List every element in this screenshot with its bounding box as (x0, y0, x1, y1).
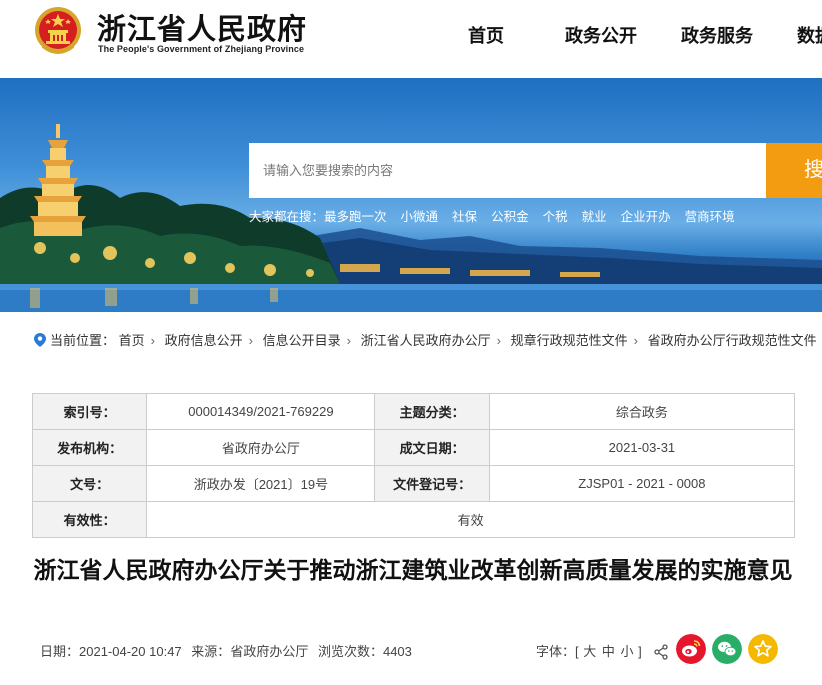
hot-search-item[interactable]: 营商环境 (685, 206, 735, 225)
wechat-icon[interactable] (712, 634, 742, 664)
nav-home[interactable]: 首页 (468, 22, 504, 48)
breadcrumb-item[interactable]: 省政府办公厅行政规范性文件 (648, 333, 817, 348)
breadcrumb-item[interactable]: 信息公开目录 (263, 333, 341, 348)
table-row: 索引号： 000014349/2021-769229 主题分类： 综合政务 (31, 393, 796, 430)
location-pin-icon (34, 333, 46, 347)
leifeng-pagoda-icon (30, 124, 86, 236)
topic-value: 综合政务 (488, 393, 796, 430)
docno-label: 文号： (31, 465, 148, 502)
share-icon[interactable] (653, 644, 669, 660)
chevron-right-icon: › (248, 333, 253, 348)
site-header: 浙江省人民政府 The People's Government of Zheji… (0, 0, 822, 78)
document-meta-table: 索引号： 000014349/2021-769229 主题分类： 综合政务 发布… (31, 393, 796, 538)
breadcrumb-item[interactable]: 首页 (119, 333, 145, 348)
nav-government-affairs[interactable]: 政务公开 (565, 22, 637, 48)
site-subtitle: The People's Government of Zhejiang Prov… (98, 44, 305, 54)
search-input[interactable] (249, 143, 766, 198)
view-count: 浏览次数：4403 (318, 644, 412, 659)
chevron-right-icon: › (346, 333, 351, 348)
publish-date: 日期：2021-04-20 10:47 (40, 644, 182, 659)
hot-search-list: 大家都在搜：最多跑一次 小微通 社保 公积金 个税 就业 企业开办 营商环境 (249, 206, 749, 224)
source: 来源：省政府办公厅 (191, 644, 308, 659)
hot-search-item[interactable]: 社保 (452, 206, 477, 225)
font-size-control: 字体：[ 大 中 小 ] (536, 641, 642, 660)
table-row: 文号： 浙政办发〔2021〕19号 文件登记号： ZJSP01 - 2021 -… (31, 465, 796, 502)
issuer-value: 省政府办公厅 (146, 429, 376, 466)
hot-search-item[interactable]: 就业 (582, 206, 607, 225)
publish-date-value: 2021-04-20 10:47 (79, 644, 182, 659)
date-value: 2021-03-31 (488, 429, 796, 466)
breadcrumb: 当前位置： 首页 › 政府信息公开 › 信息公开目录 › 浙江省人民政府办公厅 › 规章… (34, 330, 817, 348)
breadcrumb-item[interactable]: 浙江省人民政府办公厅 (361, 333, 491, 348)
font-size-small[interactable]: 小 (621, 644, 634, 659)
chevron-right-icon: › (633, 333, 638, 348)
breadcrumb-item[interactable]: 规章行政规范性文件 (511, 333, 628, 348)
font-size-large[interactable]: 大 (583, 644, 596, 659)
document-info: 日期：2021-04-20 10:47 来源：省政府办公厅 浏览次数：4403 (40, 641, 418, 660)
view-count-value: 4403 (382, 644, 412, 659)
banner: 搜索 大家都在搜：最多跑一次小微通社保公积金个税就业企业开办营商环境 (0, 78, 822, 312)
chevron-right-icon: › (496, 333, 501, 348)
weibo-icon[interactable] (676, 634, 706, 664)
table-row: 发布机构： 省政府办公厅 成文日期： 2021-03-31 (31, 429, 796, 466)
breadcrumb-item[interactable]: 政府信息公开 (165, 333, 243, 348)
source-label: 来源： (191, 644, 231, 659)
table-row: 有效性： 有效 (31, 501, 795, 538)
regno-label: 文件登记号： (374, 465, 490, 502)
hot-search-item[interactable]: 个税 (543, 206, 568, 225)
font-size-bracket: ] (638, 644, 642, 659)
hot-search-item[interactable]: 企业开办 (621, 206, 671, 225)
topic-label: 主题分类： (374, 393, 490, 430)
validity-value: 有效 (146, 501, 795, 538)
publish-date-label: 日期： (40, 644, 80, 659)
date-label: 成文日期： (374, 429, 490, 466)
chevron-right-icon: › (150, 333, 155, 348)
main-nav: 首页 政务公开 政务服务 数据 (0, 22, 822, 46)
regno-value: ZJSP01 - 2021 - 0008 (488, 465, 796, 502)
nav-government-services[interactable]: 政务服务 (681, 22, 753, 48)
validity-label: 有效性： (31, 501, 148, 538)
hot-search-item[interactable]: 公积金 (491, 206, 529, 225)
view-count-label: 浏览次数： (317, 644, 383, 659)
source-value: 省政府办公厅 (230, 644, 309, 659)
search-button[interactable]: 搜索 (766, 143, 822, 198)
docno-value: 浙政办发〔2021〕19号 (146, 465, 376, 502)
font-size-label: 字体：[ (536, 644, 579, 659)
nav-data[interactable]: 数据 (797, 22, 822, 48)
font-size-medium[interactable]: 中 (602, 644, 615, 659)
document-title: 浙江省人民政府办公厅关于推动浙江建筑业改革创新高质量发展的实施意见 (33, 557, 793, 583)
hot-search-item[interactable]: 小微通 (401, 206, 439, 225)
index-label: 索引号： (31, 393, 148, 430)
hot-search-label: 大家都在搜： (249, 210, 325, 224)
issuer-label: 发布机构： (31, 429, 148, 466)
star-icon[interactable] (748, 634, 778, 664)
hot-search-item[interactable]: 最多跑一次 (324, 206, 387, 225)
breadcrumb-label: 当前位置： (50, 333, 116, 348)
index-value: 000014349/2021-769229 (146, 393, 376, 430)
